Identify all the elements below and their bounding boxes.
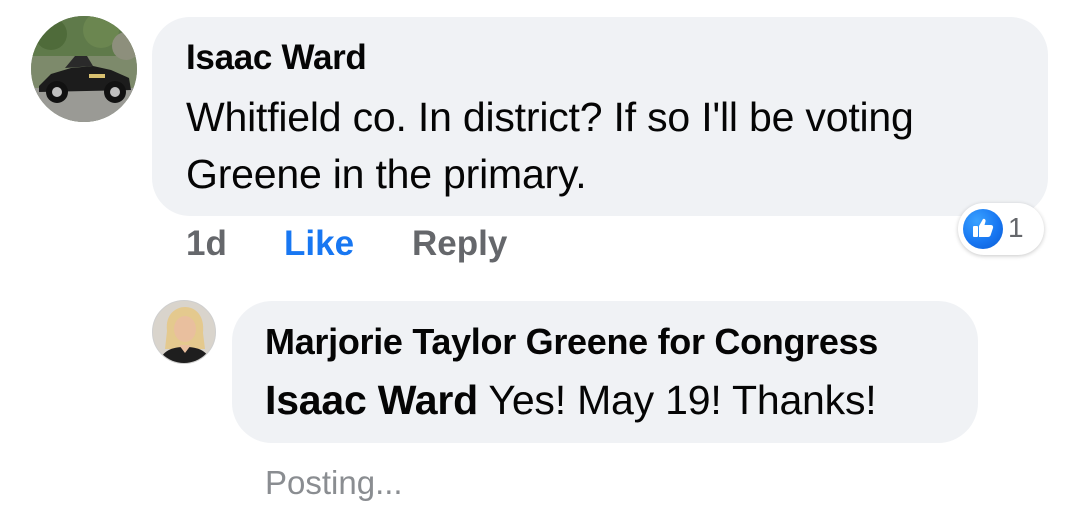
comment-author[interactable]: Isaac Ward <box>186 38 367 78</box>
avatar-isaac-ward[interactable] <box>31 16 137 122</box>
reaction-count: 1 <box>1008 212 1024 243</box>
posting-status: Posting... <box>265 464 403 501</box>
like-button[interactable]: Like <box>284 224 354 264</box>
comment-text: Whitfield co. In district? If so I'll be… <box>186 94 914 197</box>
comment-thread: Isaac Ward Whitfield co. In district? If… <box>0 0 1080 523</box>
comment-timestamp[interactable]: 1d <box>186 224 227 264</box>
reply-text: Isaac Ward Yes! May 19! Thanks! <box>265 374 877 426</box>
reply-author[interactable]: Marjorie Taylor Greene for Congress <box>265 321 878 363</box>
reply-message: Yes! May 19! Thanks! <box>477 377 877 423</box>
reply-mention[interactable]: Isaac Ward <box>265 377 478 423</box>
reply-button[interactable]: Reply <box>412 224 507 264</box>
profile-photo-icon <box>153 301 215 363</box>
car-photo-icon <box>31 16 137 122</box>
avatar-page[interactable] <box>152 300 216 364</box>
thumbs-up-icon <box>963 209 1003 249</box>
reaction-summary[interactable]: 1 <box>958 203 1044 255</box>
